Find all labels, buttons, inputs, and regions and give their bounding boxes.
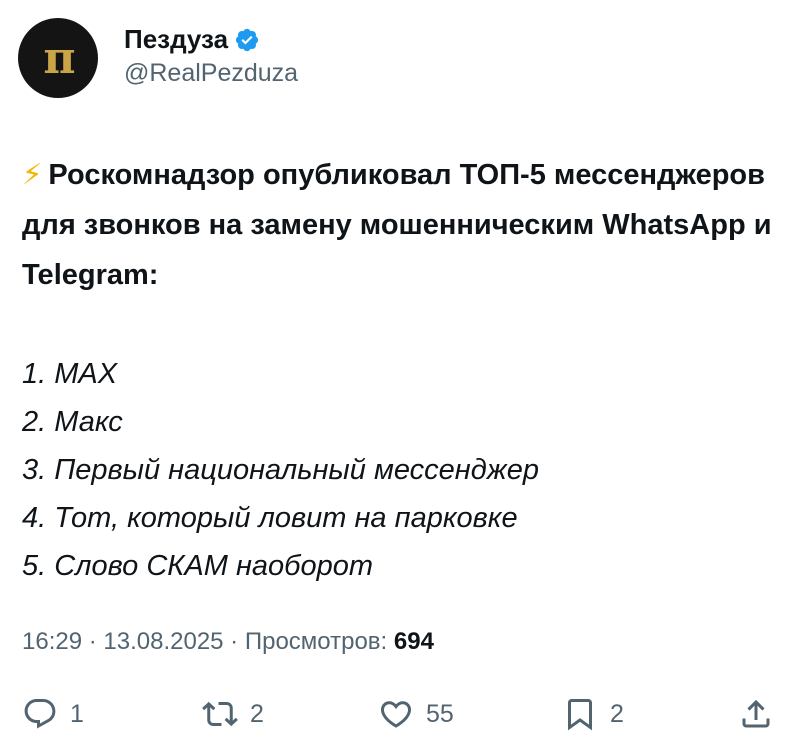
bookmark-button[interactable]: 2 — [562, 696, 624, 732]
list-item: 3. Первый национальный мессенджер — [22, 454, 539, 486]
list-item: 2. Макс — [22, 406, 123, 438]
tweet-time[interactable]: 16:29 — [22, 628, 82, 655]
like-count: 55 — [426, 699, 454, 728]
tweet-meta: 16:29 · 13.08.2025 · Просмотров: 694 — [22, 628, 434, 656]
share-icon — [742, 699, 770, 728]
avatar-logo: п — [43, 32, 75, 84]
display-name[interactable]: Пездуза — [124, 24, 228, 55]
like-icon — [380, 701, 412, 728]
action-bar: 1 2 55 2 — [22, 690, 778, 738]
retweet-count: 2 — [250, 699, 264, 728]
tweet-header: п Пездуза @RealPezduza — [18, 18, 298, 98]
bookmark-icon — [568, 699, 592, 731]
views-label: Просмотров: — [244, 628, 394, 655]
reply-icon — [24, 699, 56, 729]
author-handle[interactable]: @RealPezduza — [124, 59, 298, 88]
tweet-date[interactable]: 13.08.2025 — [103, 628, 223, 655]
list-item: 1. MAX — [22, 358, 118, 390]
like-button[interactable]: 55 — [378, 696, 454, 732]
retweet-icon — [202, 701, 238, 727]
verified-icon — [234, 27, 260, 53]
views-count: 694 — [393, 628, 434, 655]
list-item: 4. Тот, который ловит на парковке — [22, 502, 518, 534]
avatar[interactable]: п — [18, 18, 98, 98]
bookmark-count: 2 — [610, 699, 624, 728]
reply-button[interactable]: 1 — [22, 696, 84, 732]
tweet-headline: ⚡ Роскомнадзор опубликовал ТОП-5 мессендж… — [22, 150, 782, 300]
share-button[interactable] — [738, 696, 774, 732]
meta-separator: · — [223, 628, 245, 655]
meta-separator: · — [82, 628, 104, 655]
retweet-button[interactable]: 2 — [202, 696, 264, 732]
list-item: 5. Слово СКАМ наоборот — [22, 550, 374, 582]
display-name-row: Пездуза — [124, 23, 298, 57]
author-names: Пездуза @RealPezduza — [124, 23, 298, 88]
reply-count: 1 — [70, 699, 84, 728]
bolt-icon: ⚡ — [22, 159, 43, 191]
tweet-body: ⚡ Роскомнадзор опубликовал ТОП-5 мессендж… — [22, 150, 782, 590]
tweet-list: 1. MAX 2. Макс 3. Первый национальный ме… — [22, 350, 782, 590]
headline-text: Роскомнадзор опубликовал ТОП-5 мессендже… — [22, 159, 772, 291]
